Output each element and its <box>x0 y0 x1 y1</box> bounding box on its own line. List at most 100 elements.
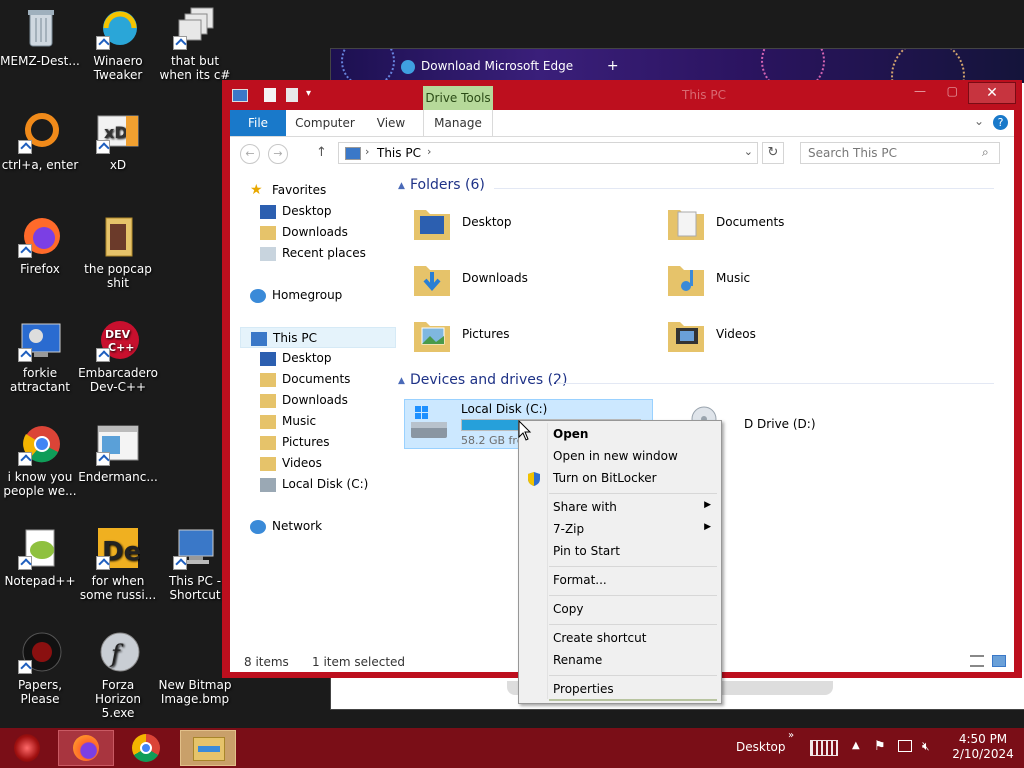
desktop-icon-that-but-when[interactable]: that but when its c# <box>155 0 235 82</box>
taskbar-chrome[interactable] <box>118 730 174 766</box>
desktop-icon-forkie[interactable]: forkie attractant <box>0 312 80 394</box>
desktop-icon-label: the popcap shit <box>84 262 152 290</box>
folders-group-header[interactable]: Folders (6) <box>410 177 485 193</box>
menu-item-open[interactable]: Open <box>553 427 588 441</box>
up-button[interactable]: ↑ <box>316 145 327 160</box>
folder-music[interactable]: Music <box>660 254 900 306</box>
new-folder-qat-icon[interactable] <box>286 88 298 102</box>
touch-keyboard-icon[interactable] <box>810 740 838 756</box>
minimize-button[interactable]: — <box>914 84 926 98</box>
address-bar[interactable]: › This PC › ⌄ <box>338 142 758 164</box>
properties-qat-icon[interactable] <box>264 88 276 102</box>
clock[interactable]: 4:50 PM 2/10/2024 <box>950 732 1016 762</box>
monitor-gear-icon <box>18 318 62 362</box>
menu-item-open-new-window[interactable]: Open in new window <box>553 449 678 463</box>
nav-homegroup[interactable]: Homegroup <box>250 285 342 306</box>
tab-file[interactable]: File <box>230 110 286 136</box>
folder-desktop[interactable]: Desktop <box>406 198 646 250</box>
flash-icon: f <box>96 630 140 674</box>
tab-manage[interactable]: Manage <box>423 110 493 136</box>
folder-pictures[interactable]: Pictures <box>406 310 646 362</box>
drives-group-header[interactable]: Devices and drives (2) <box>410 372 567 388</box>
taskbar-file-explorer[interactable] <box>180 730 236 766</box>
desktop-icon-papers-please[interactable]: Papers, Please <box>0 624 80 706</box>
menu-item-format[interactable]: Format... <box>553 573 607 587</box>
folder-label: Videos <box>716 327 756 341</box>
new-tab-icon[interactable]: + <box>607 58 619 74</box>
menu-item-7zip[interactable]: 7-Zip <box>553 522 584 536</box>
start-button[interactable] <box>0 730 56 766</box>
nav-pc-downloads[interactable]: Downloads <box>260 390 348 411</box>
context-menu: Open Open in new window Turn on BitLocke… <box>518 420 722 704</box>
nav-fav-downloads[interactable]: Downloads <box>260 222 348 243</box>
address-dropdown-icon[interactable]: ⌄ <box>744 145 753 158</box>
desktop-icon-xd[interactable]: xD xD <box>78 104 158 172</box>
drives-collapse-icon[interactable]: ▲ <box>398 376 405 386</box>
nav-this-pc[interactable]: This PC <box>240 327 396 348</box>
desktop-toolbar-label[interactable]: Desktop <box>736 740 786 754</box>
ribbon-expand-icon[interactable]: ⌄ <box>974 114 984 128</box>
menu-item-rename[interactable]: Rename <box>553 653 602 667</box>
desktop-icon-memz[interactable]: MEMZ-Dest... <box>0 0 80 68</box>
refresh-button[interactable]: ↻ <box>762 142 784 164</box>
nav-fav-desktop[interactable]: Desktop <box>260 201 332 222</box>
menu-item-share-with[interactable]: Share with <box>553 500 617 514</box>
desktop-icon-notepadpp[interactable]: Notepad++ <box>0 520 80 588</box>
volume-muted-icon[interactable]: 🔇︎ <box>922 739 930 754</box>
network-tray-icon[interactable] <box>898 740 912 752</box>
desktop-icon-firefox[interactable]: Firefox <box>0 208 80 276</box>
folder-label: Music <box>716 271 751 285</box>
nav-fav-recent[interactable]: Recent places <box>260 243 366 264</box>
menu-item-pin-to-start[interactable]: Pin to Start <box>553 544 620 558</box>
address-trail-chevron-icon[interactable]: › <box>427 145 431 158</box>
details-view-icon[interactable] <box>970 655 984 667</box>
folder-videos[interactable]: Videos <box>660 310 900 362</box>
nav-pc-music[interactable]: Music <box>260 411 316 432</box>
search-input[interactable]: Search This PC <box>800 142 1000 164</box>
menu-item-properties[interactable]: Properties <box>553 682 614 696</box>
nav-pc-pictures[interactable]: Pictures <box>260 432 330 453</box>
desktop-folder-icon <box>260 351 276 366</box>
taskbar-firefox[interactable] <box>58 730 114 766</box>
downloads-folder-icon <box>412 258 452 298</box>
toolbar-chevron-icon[interactable]: » <box>788 730 794 741</box>
desktop-icon-popcap[interactable]: the popcap shit <box>78 208 158 290</box>
large-icons-view-icon[interactable] <box>992 655 1006 667</box>
title-bar[interactable]: ▾ Drive Tools This PC — ▢ ✕ <box>222 80 1022 110</box>
back-button[interactable]: ← <box>240 144 260 164</box>
maximize-button[interactable]: ▢ <box>947 84 958 98</box>
show-hidden-icons-icon[interactable]: ▲ <box>852 740 860 751</box>
tab-view[interactable]: View <box>368 110 414 136</box>
desktop-icon-endermanch[interactable]: Endermanc... <box>78 416 158 484</box>
nav-pc-documents[interactable]: Documents <box>260 369 350 390</box>
folder-downloads[interactable]: Downloads <box>406 254 646 306</box>
menu-item-copy[interactable]: Copy <box>553 602 583 616</box>
tab-computer[interactable]: Computer <box>294 110 356 136</box>
desktop-icon-chrome[interactable]: i know you people we... <box>0 416 80 498</box>
action-center-flag-icon[interactable]: ⚑ <box>874 739 886 754</box>
nav-pc-local-disk[interactable]: Local Disk (C:) <box>260 474 368 495</box>
nav-pc-videos[interactable]: Videos <box>260 453 322 474</box>
folder-documents[interactable]: Documents <box>660 198 900 250</box>
help-icon[interactable]: ? <box>993 115 1008 130</box>
nav-pc-desktop[interactable]: Desktop <box>260 348 332 369</box>
desktop-icon-devcpp[interactable]: DEV C++ Embarcadero Dev-C++ <box>78 312 158 394</box>
nav-network[interactable]: Network <box>250 516 322 537</box>
shortcut-arrow-icon <box>18 556 32 570</box>
qat-dropdown-icon[interactable]: ▾ <box>306 88 311 99</box>
edge-tab[interactable]: Download Microsoft Edge + <box>401 58 619 74</box>
desktop-icon-forza[interactable]: f Forza Horizon 5.exe <box>78 624 158 720</box>
menu-item-create-shortcut[interactable]: Create shortcut <box>553 631 646 645</box>
close-button[interactable]: ✕ <box>968 82 1016 104</box>
desktop-icon-de[interactable]: De for when some russi... <box>78 520 158 602</box>
folders-collapse-icon[interactable]: ▲ <box>398 181 405 191</box>
forward-button[interactable]: → <box>268 144 288 164</box>
menu-item-bitlocker[interactable]: Turn on BitLocker <box>553 471 657 485</box>
desktop-icon-winaero[interactable]: Winaero Tweaker <box>78 0 158 82</box>
music-folder-icon <box>666 258 706 298</box>
file-explorer-icon <box>193 737 225 761</box>
nav-favorites[interactable]: ★ Favorites <box>250 180 326 201</box>
desktop-icon-ctrl-a-enter[interactable]: ctrl+a, enter <box>0 104 80 172</box>
explorer-icon-band <box>198 746 220 752</box>
shortcut-arrow-icon <box>96 556 110 570</box>
